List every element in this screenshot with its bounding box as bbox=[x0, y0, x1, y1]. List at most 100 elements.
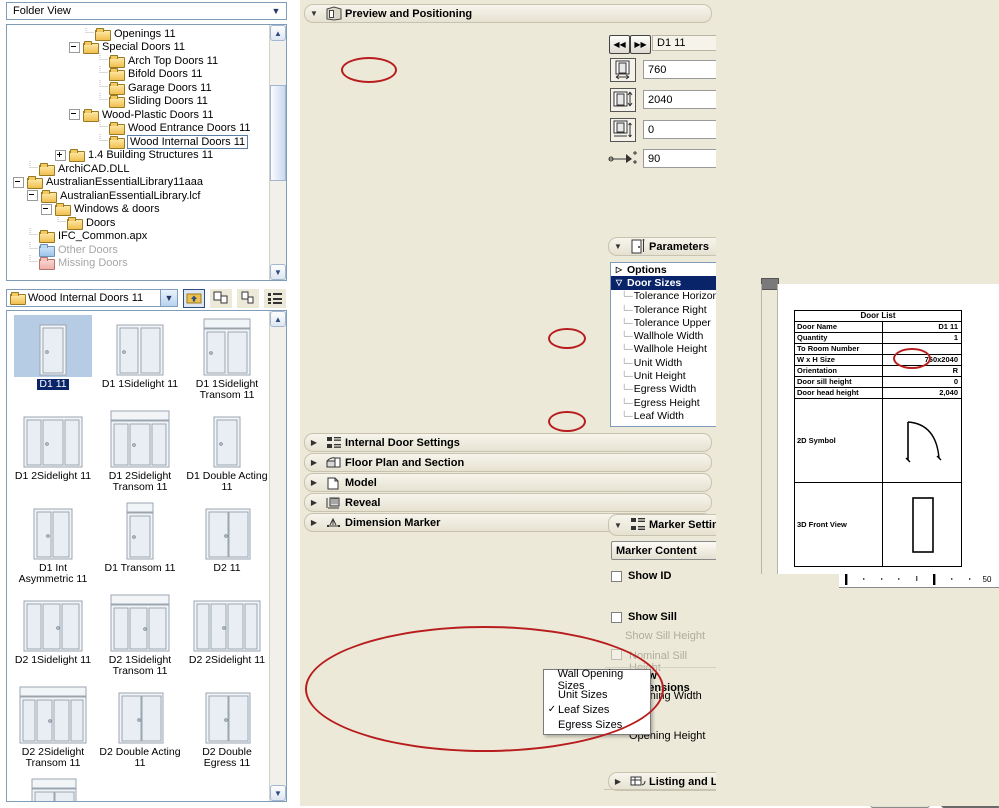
show-id-checkbox[interactable] bbox=[611, 570, 622, 582]
folder-tree-node[interactable]: Windows & doors bbox=[7, 203, 269, 217]
gallery-grid[interactable]: D1 11 D1 1Sidelight 11 D1 1Sidelight Trans… bbox=[7, 315, 269, 801]
folder-tree-node[interactable]: Openings 11 bbox=[7, 27, 269, 41]
scroll-down-icon[interactable]: ▼ bbox=[270, 264, 286, 280]
folder-tree-node[interactable]: Bifold Doors 11 bbox=[7, 66, 269, 82]
gallery-item[interactable]: D1 11 bbox=[12, 315, 94, 401]
chevron-down-icon[interactable]: ▼ bbox=[305, 9, 323, 18]
door-thumbnail-icon[interactable] bbox=[101, 683, 179, 745]
scroll-down-icon[interactable]: ▼ bbox=[270, 785, 286, 801]
folder-tree-node[interactable]: Sliding Doors 11 bbox=[7, 93, 269, 109]
chevron-right-icon[interactable]: ▶ bbox=[305, 438, 323, 447]
next-object-button[interactable]: ▶▶ bbox=[630, 35, 651, 54]
folder-tree-node[interactable]: Arch Top Doors 11 bbox=[7, 52, 269, 68]
show-sill-checkbox[interactable] bbox=[611, 611, 622, 623]
gallery-item[interactable]: D2 1Sidelight 11 bbox=[12, 591, 94, 677]
previous-object-button[interactable]: ◀◀ bbox=[609, 35, 630, 54]
chevron-right-icon[interactable]: ▷ bbox=[611, 265, 627, 274]
door-thumbnail-icon[interactable] bbox=[188, 591, 266, 653]
chevron-right-icon[interactable]: ▶ bbox=[305, 478, 323, 487]
gallery-folder-combo[interactable]: Wood Internal Doors 11 ▼ bbox=[6, 289, 178, 307]
show-sill-row[interactable]: Show Sill bbox=[611, 611, 677, 623]
collapse-tree-icon[interactable] bbox=[13, 176, 24, 188]
gallery-scrollbar[interactable]: ▲ ▼ bbox=[269, 311, 286, 801]
door-thumbnail-icon[interactable] bbox=[101, 591, 179, 653]
chevron-down-icon[interactable]: ▼ bbox=[160, 290, 177, 306]
section-floor-plan-and-section[interactable]: ▶ Floor Plan and Section bbox=[304, 453, 712, 472]
scroll-up-icon[interactable]: ▲ bbox=[270, 25, 286, 41]
chevron-down-icon[interactable]: ▽ bbox=[611, 278, 627, 287]
folder-tree-node[interactable]: AustralianEssentialLibrary11aaa bbox=[7, 176, 269, 190]
chevron-down-icon[interactable]: ▼ bbox=[609, 521, 627, 530]
show-id-row[interactable]: Show ID bbox=[611, 570, 671, 582]
door-thumbnail-icon[interactable] bbox=[188, 499, 266, 561]
door-list-sheet[interactable]: 50 Door List Door Name D1 11 Quantity 1 To R… bbox=[777, 284, 999, 588]
collapse-tree-icon[interactable] bbox=[69, 41, 80, 53]
folder-tree[interactable]: Openings 11 Special Doors 11 Arch Top Door… bbox=[7, 27, 269, 279]
section-internal-door-settings[interactable]: ▶ Internal Door Settings bbox=[304, 433, 712, 452]
gallery-item[interactable]: D1 2Sidelight 11 bbox=[12, 407, 94, 493]
folder-tree-node[interactable]: Wood Internal Doors 11 bbox=[7, 133, 269, 149]
gallery-item[interactable]: D1 Transom 11 bbox=[99, 499, 181, 585]
chevron-down-icon[interactable]: ▼ bbox=[268, 3, 284, 19]
door-thumbnail-icon[interactable] bbox=[14, 775, 92, 801]
door-thumbnail-icon[interactable] bbox=[188, 683, 266, 745]
gallery-item[interactable]: D1 1Sidelight Transom 11 bbox=[186, 315, 268, 401]
folder-tree-node[interactable]: AustralianEssentialLibrary.lcf bbox=[7, 189, 269, 203]
gallery-item[interactable]: D1 1Sidelight 11 bbox=[99, 315, 181, 401]
door-thumbnail-icon[interactable] bbox=[14, 591, 92, 653]
chevron-right-icon[interactable]: ▶ bbox=[305, 458, 323, 467]
folder-tree-node[interactable]: ArchiCAD.DLL bbox=[7, 160, 269, 176]
gallery-item[interactable]: D1 Double Acting 11 bbox=[186, 407, 268, 493]
folder-tree-node[interactable]: IFC_Common.apx bbox=[7, 228, 269, 244]
folder-tree-node[interactable]: Doors bbox=[7, 214, 269, 230]
collapse-tree-icon[interactable] bbox=[69, 109, 80, 121]
door-thumbnail-icon[interactable] bbox=[14, 315, 92, 377]
large-icons-view-icon[interactable] bbox=[210, 288, 232, 308]
folder-tree-node[interactable]: 1.4 Building Structures 11 bbox=[7, 149, 269, 163]
door-thumbnail-icon[interactable] bbox=[101, 499, 179, 561]
up-one-level-icon[interactable] bbox=[183, 288, 205, 308]
gallery-item[interactable]: D2 11 bbox=[186, 499, 268, 585]
door-thumbnail-icon[interactable] bbox=[101, 407, 179, 469]
folder-tree-scrollbar[interactable]: ▲ ▼ bbox=[269, 25, 286, 280]
folder-tree-container[interactable]: Openings 11 Special Doors 11 Arch Top Door… bbox=[6, 24, 287, 281]
folder-tree-node[interactable]: Other Doors bbox=[7, 241, 269, 257]
gallery-item[interactable]: D2 2Sidelight 11 bbox=[186, 591, 268, 677]
folder-tree-node[interactable]: Special Doors 11 bbox=[7, 41, 269, 55]
door-thumbnail-icon[interactable] bbox=[14, 407, 92, 469]
gallery-item[interactable]: D2 Double Acting 11 bbox=[99, 683, 181, 769]
scroll-up-icon[interactable]: ▲ bbox=[270, 311, 286, 327]
chevron-right-icon[interactable]: ▶ bbox=[305, 498, 323, 507]
door-thumbnail-icon[interactable] bbox=[14, 499, 92, 561]
expand-tree-icon[interactable] bbox=[55, 149, 66, 161]
gallery-item[interactable]: D2 Transom 11 bbox=[12, 775, 94, 801]
folder-tree-node[interactable]: Wood Entrance Doors 11 bbox=[7, 120, 269, 136]
gallery-item[interactable]: D2 1Sidelight Transom 11 bbox=[99, 591, 181, 677]
folder-view-combo[interactable]: Folder View ▼ bbox=[6, 2, 287, 20]
chevron-down-icon[interactable]: ▼ bbox=[609, 242, 627, 251]
gallery-grid-container[interactable]: D1 11 D1 1Sidelight 11 D1 1Sidelight Trans… bbox=[6, 310, 287, 802]
folder-tree-node[interactable]: Missing Doors bbox=[7, 255, 269, 271]
section-model[interactable]: ▶ Model bbox=[304, 473, 712, 492]
list-view-icon[interactable] bbox=[264, 288, 286, 308]
section-reveal[interactable]: ▶ Reveal bbox=[304, 493, 712, 512]
door-thumbnail-icon[interactable] bbox=[101, 315, 179, 377]
chevron-right-icon[interactable]: ▶ bbox=[609, 777, 627, 786]
gallery-item[interactable]: D2 Double Egress 11 bbox=[186, 683, 268, 769]
gallery-item[interactable]: D2 2Sidelight Transom 11 bbox=[12, 683, 94, 769]
door-thumbnail-icon[interactable] bbox=[188, 315, 266, 377]
section-preview-positioning[interactable]: ▼ Preview and Positioning bbox=[304, 4, 712, 23]
folder-tree-node[interactable]: Wood-Plastic Doors 11 bbox=[7, 108, 269, 122]
gallery-item[interactable]: D1 Int Asymmetric 11 bbox=[12, 499, 94, 585]
gallery-item[interactable]: D1 2Sidelight Transom 11 bbox=[99, 407, 181, 493]
door-list-table[interactable]: Door List Door Name D1 11 Quantity 1 To Room… bbox=[794, 310, 962, 567]
chevron-right-icon[interactable]: ▶ bbox=[305, 518, 323, 527]
scrollbar-thumb[interactable] bbox=[270, 85, 286, 181]
collapse-tree-icon[interactable] bbox=[41, 203, 52, 215]
door-thumbnail-icon[interactable] bbox=[14, 683, 92, 745]
door-thumbnail-icon[interactable] bbox=[188, 407, 266, 469]
folder-tree-node[interactable]: Garage Doors 11 bbox=[7, 79, 269, 95]
sheet-ruler[interactable]: 50 bbox=[839, 572, 999, 588]
collapse-tree-icon[interactable] bbox=[27, 190, 38, 202]
small-icons-view-icon[interactable] bbox=[237, 288, 259, 308]
